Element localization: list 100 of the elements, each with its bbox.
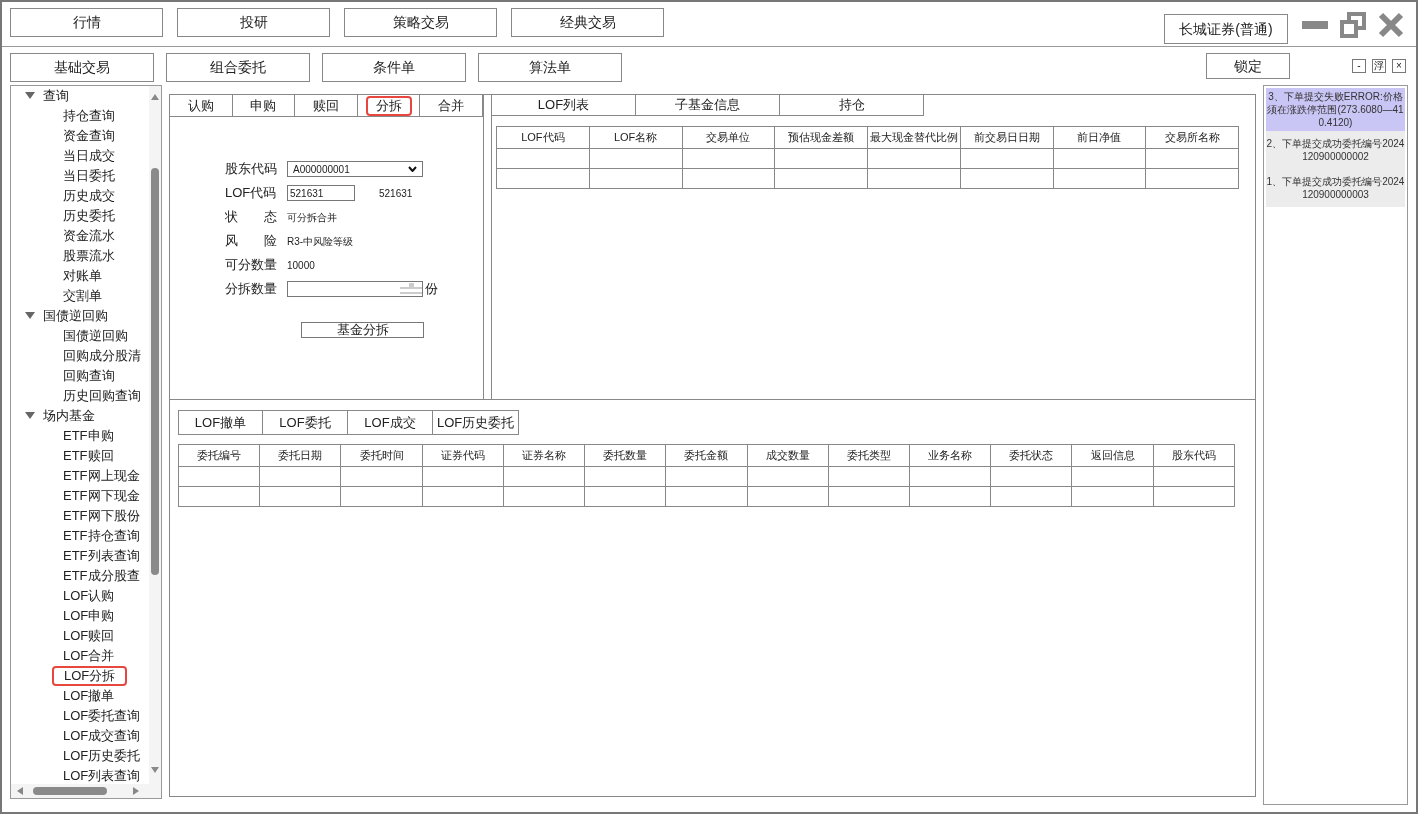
tree-item[interactable]: LOF成交查询 <box>63 726 141 746</box>
tree-item[interactable]: ETF赎回 <box>63 446 114 466</box>
scrollbar-thumb[interactable] <box>33 787 107 795</box>
tree-item[interactable]: 资金查询 <box>63 126 115 146</box>
nav-tab[interactable]: 经典交易 <box>511 8 664 37</box>
nav-tab[interactable]: 行情 <box>10 8 163 37</box>
tree-group[interactable]: 国债逆回购 <box>43 306 108 326</box>
tree-item[interactable]: ETF成分股查 <box>63 566 140 586</box>
message-item: 2、下单提交成功委托编号2024120900000002 <box>1266 131 1405 169</box>
trade-tab[interactable]: 组合委托 <box>166 53 310 82</box>
shareholder-select[interactable]: A000000001 <box>287 161 423 177</box>
order-tab[interactable]: LOF委托 <box>263 410 348 435</box>
restore-icon[interactable] <box>1340 12 1366 38</box>
lock-button[interactable]: 锁定 <box>1206 53 1290 79</box>
nav-tab[interactable]: 投研 <box>177 8 330 37</box>
scroll-right-icon[interactable] <box>133 787 139 795</box>
nav-tab[interactable]: 策略交易 <box>344 8 497 37</box>
field-label: 可分数量 <box>225 256 278 275</box>
close-icon[interactable] <box>1378 12 1404 38</box>
order-tab[interactable]: LOF历史委托 <box>433 410 520 435</box>
action-tab[interactable]: 合并 <box>420 95 483 116</box>
column-header: 前日净值 <box>1053 126 1146 149</box>
tree-item[interactable]: 国债逆回购 <box>63 326 128 346</box>
account-button[interactable]: 长城证券(普通) <box>1164 14 1288 44</box>
tree-item[interactable]: 对账单 <box>63 266 102 286</box>
column-header: 委托金额 <box>665 444 748 467</box>
column-header: 交易单位 <box>682 126 775 149</box>
tree-item[interactable]: 回购查询 <box>63 366 115 386</box>
tree-item[interactable]: LOF撤单 <box>63 686 115 706</box>
action-tab[interactable]: 认购 <box>170 95 233 116</box>
code-input[interactable]: 521631 <box>287 185 355 201</box>
column-header: 前交易日日期 <box>960 126 1053 149</box>
info-tab[interactable]: LOF列表 <box>492 95 636 116</box>
message-item: 3、下单提交失败ERROR:价格须在涨跌停范围(273.6080—410.4120) <box>1266 88 1405 131</box>
tree-item[interactable]: LOF历史委托 <box>63 746 141 766</box>
scrollbar-thumb[interactable] <box>151 168 159 575</box>
close-button[interactable]: × <box>1392 59 1406 73</box>
tree-group[interactable]: 查询 <box>43 86 69 106</box>
message-item: 1、下单提交成功委托编号2024120900000003 <box>1266 169 1405 207</box>
status-value: 可分拆合并 <box>287 210 337 225</box>
expanded-icon[interactable] <box>25 412 35 420</box>
tree-item[interactable]: LOF委托查询 <box>63 706 141 726</box>
chevron-down-icon <box>408 166 417 172</box>
column-header: 委托编号 <box>178 444 260 467</box>
tree-item[interactable]: LOF认购 <box>63 586 115 606</box>
trade-tab[interactable]: 算法单 <box>478 53 622 82</box>
tree-item[interactable]: 回购成分股清 <box>63 346 141 366</box>
scroll-left-icon[interactable] <box>17 787 23 795</box>
tree-item[interactable]: LOF合并 <box>63 646 115 666</box>
trade-tab[interactable]: 基础交易 <box>10 53 154 82</box>
column-header: 预估现金差额 <box>774 126 868 149</box>
trade-tab[interactable]: 条件单 <box>322 53 466 82</box>
tree-group[interactable]: 场内基金 <box>43 406 95 426</box>
tree-item[interactable]: 资金流水 <box>63 226 115 246</box>
action-tab[interactable]: 申购 <box>232 95 296 116</box>
column-header: 委托时间 <box>340 444 423 467</box>
expanded-icon[interactable] <box>25 312 35 320</box>
column-header: LOF代码 <box>496 126 590 149</box>
expanded-icon[interactable] <box>25 92 35 100</box>
column-header: 证券代码 <box>422 444 504 467</box>
action-tab[interactable]: 赎回 <box>295 95 358 116</box>
tree-item[interactable]: LOF申购 <box>63 606 115 626</box>
tree-item[interactable]: LOF列表查询 <box>63 766 141 786</box>
tree-item[interactable]: 历史回购查询 <box>63 386 141 406</box>
available-value: 10000 <box>287 258 315 273</box>
tree-item[interactable]: 持仓查询 <box>63 106 115 126</box>
field-label: 股东代码 <box>225 160 278 179</box>
tree-item[interactable]: ETF网下现金 <box>63 486 140 506</box>
tree-item[interactable]: ETF网上现金 <box>63 466 140 486</box>
tree-item[interactable]: 交割单 <box>63 286 102 306</box>
tree-item[interactable]: 历史成交 <box>63 186 115 206</box>
tree-item[interactable]: ETF列表查询 <box>63 546 140 566</box>
order-tab[interactable]: LOF成交 <box>348 410 433 435</box>
tree-item[interactable]: ETF申购 <box>63 426 114 446</box>
split-button[interactable]: 基金分拆 <box>301 322 424 338</box>
column-header: 成交数量 <box>747 444 829 467</box>
unit-label: 份 <box>425 280 438 299</box>
field-label: LOF代码 <box>225 184 278 203</box>
tree-item[interactable]: 股票流水 <box>63 246 115 266</box>
order-tab[interactable]: LOF撤单 <box>178 410 263 435</box>
field-label: 分拆数量 <box>225 280 278 299</box>
tree-item[interactable]: 当日委托 <box>63 166 115 186</box>
field-label: 风 险 <box>225 232 278 251</box>
minimize-button[interactable]: - <box>1352 59 1366 73</box>
scroll-down-icon[interactable] <box>151 767 159 773</box>
tree-item[interactable]: 当日成交 <box>63 146 115 166</box>
column-header: 证券名称 <box>503 444 585 467</box>
scroll-up-icon[interactable] <box>151 94 159 100</box>
quantity-input[interactable] <box>287 281 423 297</box>
column-header: 交易所名称 <box>1145 126 1239 149</box>
tree-item[interactable]: LOF赎回 <box>63 626 115 646</box>
float-button[interactable]: 浮 <box>1372 59 1386 73</box>
info-tab[interactable]: 子基金信息 <box>636 95 780 116</box>
column-header: 返回信息 <box>1071 444 1154 467</box>
info-tab[interactable]: 持仓 <box>780 95 924 116</box>
tree-item[interactable]: ETF网下股份 <box>63 506 140 526</box>
tree-item[interactable]: 历史委托 <box>63 206 115 226</box>
tree-item[interactable]: ETF持仓查询 <box>63 526 140 546</box>
tree-item[interactable]: LOF分拆 <box>52 666 128 686</box>
column-header: 委托类型 <box>828 444 910 467</box>
